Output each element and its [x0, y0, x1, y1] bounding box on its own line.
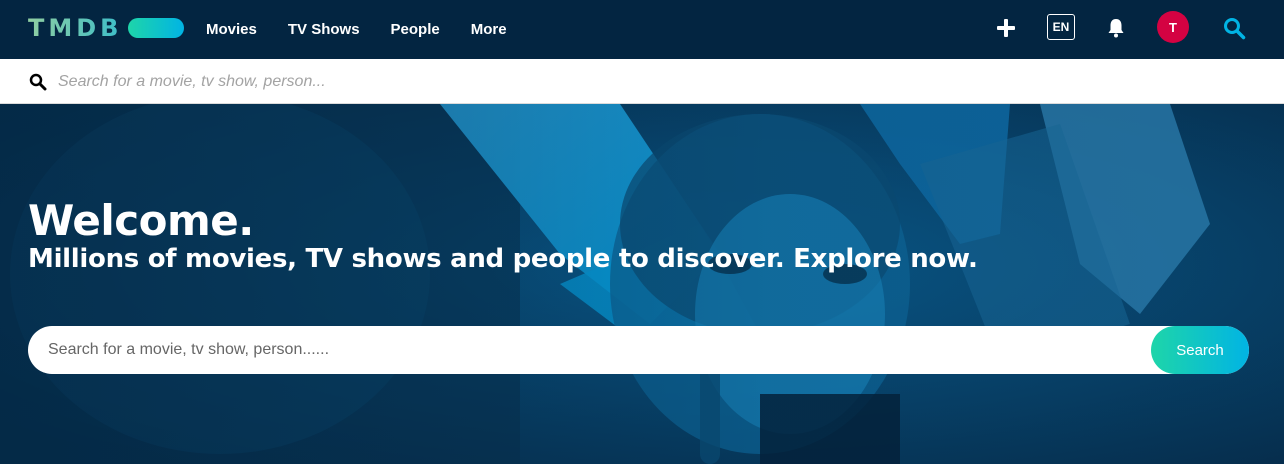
search-icon[interactable]: [1222, 16, 1246, 40]
logo-text: TMDB: [28, 14, 123, 42]
top-search-bar: [0, 59, 1284, 104]
nav-link-people[interactable]: People: [391, 21, 440, 38]
language-button[interactable]: EN: [1047, 14, 1075, 40]
hero-search-input[interactable]: [48, 338, 1148, 362]
top-navigation-bar: TMDB Movies TV Shows People More EN T: [0, 0, 1284, 58]
hero-search-form: Search: [28, 326, 1249, 374]
tmdb-logo[interactable]: TMDB: [28, 14, 185, 42]
hero-title: Welcome.: [28, 196, 254, 245]
top-search-input[interactable]: [58, 69, 1258, 94]
user-avatar[interactable]: T: [1157, 11, 1189, 43]
plus-icon[interactable]: [997, 19, 1015, 37]
logo-pill-shape: [128, 18, 185, 38]
bell-icon[interactable]: [1107, 18, 1125, 38]
hero-subtitle: Millions of movies, TV shows and people …: [28, 244, 978, 274]
hero-background-image: [0, 104, 1284, 464]
search-button[interactable]: Search: [1151, 326, 1249, 374]
nav-link-tv-shows[interactable]: TV Shows: [288, 21, 360, 38]
main-menu: Movies TV Shows People More: [206, 0, 538, 58]
search-icon: [29, 73, 47, 91]
nav-link-movies[interactable]: Movies: [206, 21, 257, 38]
hero-banner: Welcome. Millions of movies, TV shows an…: [0, 104, 1284, 464]
nav-link-more[interactable]: More: [471, 21, 507, 38]
